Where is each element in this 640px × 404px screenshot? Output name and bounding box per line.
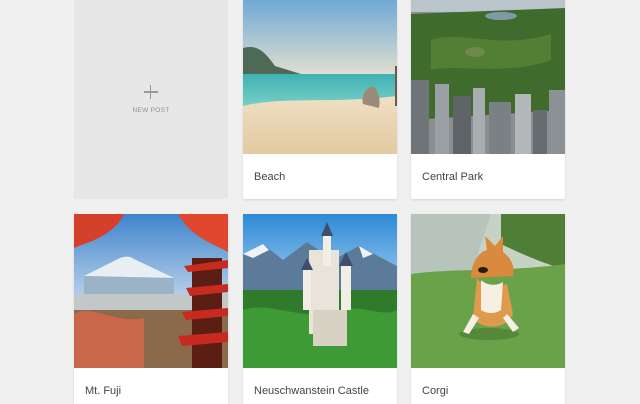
post-title: Mt. Fuji xyxy=(85,385,122,397)
post-card-corgi[interactable]: Corgi xyxy=(411,214,565,404)
new-post-label: NEW POST xyxy=(132,107,170,114)
post-card-mt-fuji[interactable]: Mt. Fuji xyxy=(74,214,228,404)
plus-icon xyxy=(144,85,158,99)
central-park-photo xyxy=(411,0,565,154)
mt-fuji-photo xyxy=(74,214,228,368)
new-post-button[interactable]: NEW POST xyxy=(74,0,228,199)
post-card-beach[interactable]: Beach xyxy=(243,0,397,199)
post-title: Beach xyxy=(254,171,286,183)
post-grid: NEW POST Beach Central Park Mt. Fuji Neu… xyxy=(74,0,565,404)
post-card-central-park[interactable]: Central Park xyxy=(411,0,565,199)
post-title: Central Park xyxy=(422,171,484,183)
post-card-neuschwanstein-castle[interactable]: Neuschwanstein Castle xyxy=(243,214,397,404)
corgi-photo xyxy=(411,214,565,368)
post-title: Corgi xyxy=(422,385,449,397)
post-title: Neuschwanstein Castle xyxy=(254,385,369,397)
neuschwanstein-castle-photo xyxy=(243,214,397,368)
beach-photo xyxy=(243,0,397,154)
